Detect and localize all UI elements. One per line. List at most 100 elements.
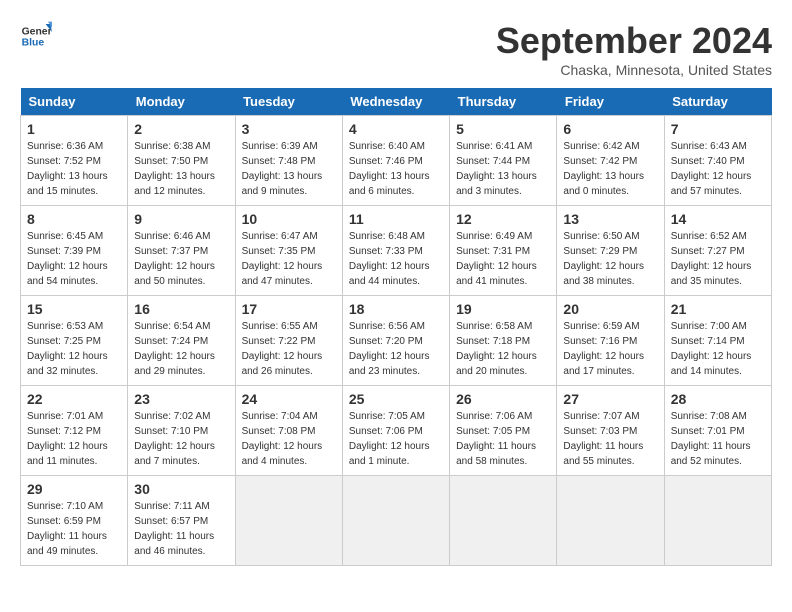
calendar-day-cell: 5 Sunrise: 6:41 AMSunset: 7:44 PMDayligh… [450, 116, 557, 206]
location: Chaska, Minnesota, United States [496, 62, 772, 78]
day-number: 13 [563, 211, 657, 227]
calendar-day-cell: 8 Sunrise: 6:45 AMSunset: 7:39 PMDayligh… [21, 206, 128, 296]
day-info: Sunrise: 6:43 AMSunset: 7:40 PMDaylight:… [671, 141, 752, 197]
calendar-week-row: 8 Sunrise: 6:45 AMSunset: 7:39 PMDayligh… [21, 206, 772, 296]
day-number: 21 [671, 301, 765, 317]
day-number: 26 [456, 391, 550, 407]
day-number: 19 [456, 301, 550, 317]
day-info: Sunrise: 6:38 AMSunset: 7:50 PMDaylight:… [134, 141, 215, 197]
calendar-week-row: 29 Sunrise: 7:10 AMSunset: 6:59 PMDaylig… [21, 476, 772, 566]
calendar-day-cell: 27 Sunrise: 7:07 AMSunset: 7:03 PMDaylig… [557, 386, 664, 476]
day-info: Sunrise: 6:41 AMSunset: 7:44 PMDaylight:… [456, 141, 537, 197]
day-number: 6 [563, 121, 657, 137]
day-info: Sunrise: 6:45 AMSunset: 7:39 PMDaylight:… [27, 231, 108, 287]
day-info: Sunrise: 6:46 AMSunset: 7:37 PMDaylight:… [134, 231, 215, 287]
day-info: Sunrise: 6:48 AMSunset: 7:33 PMDaylight:… [349, 231, 430, 287]
calendar-day-cell: 1 Sunrise: 6:36 AMSunset: 7:52 PMDayligh… [21, 116, 128, 206]
calendar-day-cell: 24 Sunrise: 7:04 AMSunset: 7:08 PMDaylig… [235, 386, 342, 476]
calendar-week-row: 22 Sunrise: 7:01 AMSunset: 7:12 PMDaylig… [21, 386, 772, 476]
day-number: 1 [27, 121, 121, 137]
day-info: Sunrise: 6:39 AMSunset: 7:48 PMDaylight:… [242, 141, 323, 197]
calendar-day-cell: 22 Sunrise: 7:01 AMSunset: 7:12 PMDaylig… [21, 386, 128, 476]
day-number: 28 [671, 391, 765, 407]
calendar-day-cell: 7 Sunrise: 6:43 AMSunset: 7:40 PMDayligh… [664, 116, 771, 206]
day-number: 20 [563, 301, 657, 317]
calendar-day-cell [342, 476, 449, 566]
day-number: 4 [349, 121, 443, 137]
weekday-header: Monday [128, 88, 235, 116]
calendar-day-cell: 26 Sunrise: 7:06 AMSunset: 7:05 PMDaylig… [450, 386, 557, 476]
day-number: 2 [134, 121, 228, 137]
calendar-table: SundayMondayTuesdayWednesdayThursdayFrid… [20, 88, 772, 566]
calendar-day-cell: 25 Sunrise: 7:05 AMSunset: 7:06 PMDaylig… [342, 386, 449, 476]
calendar-day-cell: 13 Sunrise: 6:50 AMSunset: 7:29 PMDaylig… [557, 206, 664, 296]
day-info: Sunrise: 7:02 AMSunset: 7:10 PMDaylight:… [134, 411, 215, 467]
calendar-day-cell [235, 476, 342, 566]
page-header: General Blue September 2024 Chaska, Minn… [20, 20, 772, 78]
day-number: 25 [349, 391, 443, 407]
calendar-day-cell [557, 476, 664, 566]
calendar-day-cell: 2 Sunrise: 6:38 AMSunset: 7:50 PMDayligh… [128, 116, 235, 206]
calendar-day-cell: 6 Sunrise: 6:42 AMSunset: 7:42 PMDayligh… [557, 116, 664, 206]
calendar-day-cell: 17 Sunrise: 6:55 AMSunset: 7:22 PMDaylig… [235, 296, 342, 386]
calendar-week-row: 15 Sunrise: 6:53 AMSunset: 7:25 PMDaylig… [21, 296, 772, 386]
day-number: 11 [349, 211, 443, 227]
day-number: 14 [671, 211, 765, 227]
day-number: 23 [134, 391, 228, 407]
weekday-header: Saturday [664, 88, 771, 116]
day-info: Sunrise: 7:01 AMSunset: 7:12 PMDaylight:… [27, 411, 108, 467]
logo: General Blue [20, 20, 52, 52]
day-info: Sunrise: 6:47 AMSunset: 7:35 PMDaylight:… [242, 231, 323, 287]
calendar-day-cell: 20 Sunrise: 6:59 AMSunset: 7:16 PMDaylig… [557, 296, 664, 386]
calendar-day-cell: 14 Sunrise: 6:52 AMSunset: 7:27 PMDaylig… [664, 206, 771, 296]
calendar-day-cell: 29 Sunrise: 7:10 AMSunset: 6:59 PMDaylig… [21, 476, 128, 566]
day-number: 3 [242, 121, 336, 137]
svg-text:Blue: Blue [22, 38, 45, 49]
day-info: Sunrise: 7:07 AMSunset: 7:03 PMDaylight:… [563, 411, 643, 467]
svg-text:General: General [22, 26, 52, 37]
day-number: 24 [242, 391, 336, 407]
month-title: September 2024 [496, 20, 772, 62]
day-number: 15 [27, 301, 121, 317]
weekday-header: Wednesday [342, 88, 449, 116]
calendar-day-cell: 11 Sunrise: 6:48 AMSunset: 7:33 PMDaylig… [342, 206, 449, 296]
calendar-day-cell: 16 Sunrise: 6:54 AMSunset: 7:24 PMDaylig… [128, 296, 235, 386]
day-info: Sunrise: 6:52 AMSunset: 7:27 PMDaylight:… [671, 231, 752, 287]
day-info: Sunrise: 7:04 AMSunset: 7:08 PMDaylight:… [242, 411, 323, 467]
day-info: Sunrise: 7:00 AMSunset: 7:14 PMDaylight:… [671, 321, 752, 377]
weekday-header: Sunday [21, 88, 128, 116]
calendar-day-cell: 10 Sunrise: 6:47 AMSunset: 7:35 PMDaylig… [235, 206, 342, 296]
calendar-day-cell: 4 Sunrise: 6:40 AMSunset: 7:46 PMDayligh… [342, 116, 449, 206]
day-info: Sunrise: 6:56 AMSunset: 7:20 PMDaylight:… [349, 321, 430, 377]
day-number: 10 [242, 211, 336, 227]
calendar-day-cell: 15 Sunrise: 6:53 AMSunset: 7:25 PMDaylig… [21, 296, 128, 386]
title-block: September 2024 Chaska, Minnesota, United… [496, 20, 772, 78]
day-info: Sunrise: 6:54 AMSunset: 7:24 PMDaylight:… [134, 321, 215, 377]
calendar-day-cell: 12 Sunrise: 6:49 AMSunset: 7:31 PMDaylig… [450, 206, 557, 296]
day-number: 16 [134, 301, 228, 317]
logo-icon: General Blue [20, 20, 52, 52]
day-info: Sunrise: 7:10 AMSunset: 6:59 PMDaylight:… [27, 501, 107, 557]
day-info: Sunrise: 7:08 AMSunset: 7:01 PMDaylight:… [671, 411, 751, 467]
calendar-week-row: 1 Sunrise: 6:36 AMSunset: 7:52 PMDayligh… [21, 116, 772, 206]
weekday-header: Thursday [450, 88, 557, 116]
weekday-header: Tuesday [235, 88, 342, 116]
day-number: 27 [563, 391, 657, 407]
calendar-day-cell: 9 Sunrise: 6:46 AMSunset: 7:37 PMDayligh… [128, 206, 235, 296]
day-info: Sunrise: 7:11 AMSunset: 6:57 PMDaylight:… [134, 501, 214, 557]
weekday-header: Friday [557, 88, 664, 116]
day-number: 5 [456, 121, 550, 137]
day-number: 9 [134, 211, 228, 227]
day-number: 18 [349, 301, 443, 317]
day-info: Sunrise: 6:59 AMSunset: 7:16 PMDaylight:… [563, 321, 644, 377]
day-number: 29 [27, 481, 121, 497]
day-info: Sunrise: 7:05 AMSunset: 7:06 PMDaylight:… [349, 411, 430, 467]
calendar-day-cell [450, 476, 557, 566]
day-number: 22 [27, 391, 121, 407]
day-number: 12 [456, 211, 550, 227]
day-number: 17 [242, 301, 336, 317]
calendar-day-cell: 21 Sunrise: 7:00 AMSunset: 7:14 PMDaylig… [664, 296, 771, 386]
day-info: Sunrise: 6:40 AMSunset: 7:46 PMDaylight:… [349, 141, 430, 197]
day-info: Sunrise: 6:50 AMSunset: 7:29 PMDaylight:… [563, 231, 644, 287]
day-info: Sunrise: 7:06 AMSunset: 7:05 PMDaylight:… [456, 411, 536, 467]
